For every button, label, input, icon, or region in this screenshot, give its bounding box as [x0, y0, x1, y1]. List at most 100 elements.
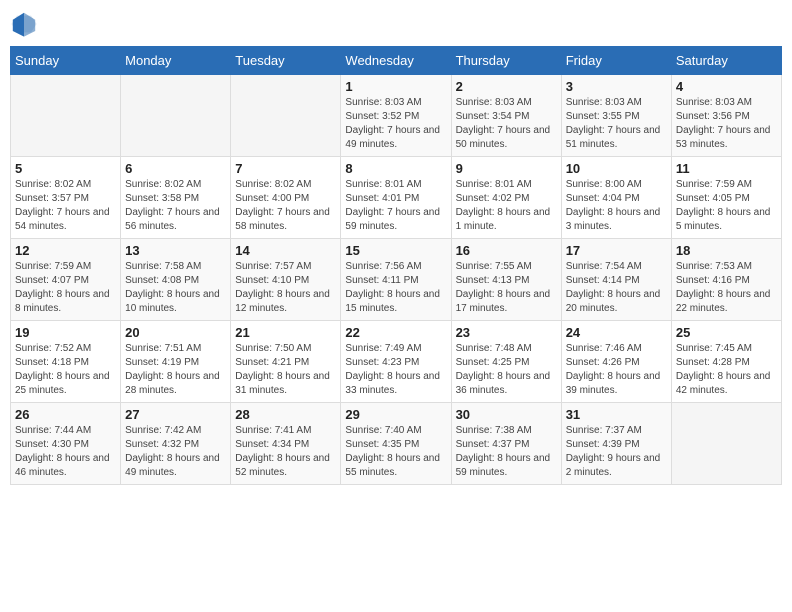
- day-number: 8: [345, 161, 446, 176]
- day-info: Sunrise: 7:38 AM Sunset: 4:37 PM Dayligh…: [456, 424, 557, 480]
- calendar-cell: 16 Sunrise: 7:55 AM Sunset: 4:13 PM Dayli…: [451, 239, 561, 321]
- calendar-cell: 27 Sunrise: 7:42 AM Sunset: 4:32 PM Dayli…: [121, 403, 231, 485]
- page-header: [10, 10, 782, 38]
- calendar-cell: 20Sunrise: 7:51 AM Sunset: 4:19 PM Dayli…: [121, 321, 231, 403]
- day-number: 30: [456, 407, 557, 422]
- calendar-cell: 19 Sunrise: 7:52 AM Sunset: 4:18 PM Dayli…: [11, 321, 121, 403]
- logo-icon: [10, 10, 38, 38]
- day-number: 1: [345, 79, 446, 94]
- day-number: 23: [456, 325, 557, 340]
- calendar-cell: [121, 75, 231, 157]
- day-number: 21: [235, 325, 336, 340]
- day-info: Sunrise: 8:03 AM Sunset: 3:56 PM Dayligh…: [676, 96, 777, 152]
- day-info: Sunrise: 7:59 AM Sunset: 4:05 PM Dayligh…: [676, 178, 777, 234]
- weekday-header: Monday: [121, 47, 231, 75]
- calendar-cell: 11 Sunrise: 7:59 AM Sunset: 4:05 PM Dayli…: [671, 157, 781, 239]
- calendar-cell: 1 Sunrise: 8:03 AM Sunset: 3:52 PM Daylig…: [341, 75, 451, 157]
- day-info: Sunrise: 7:52 AM Sunset: 4:18 PM Dayligh…: [15, 342, 116, 398]
- calendar-cell: 15 Sunrise: 7:56 AM Sunset: 4:11 PM Dayli…: [341, 239, 451, 321]
- day-info: Sunrise: 8:03 AM Sunset: 3:52 PM Dayligh…: [345, 96, 446, 152]
- calendar-cell: 22 Sunrise: 7:49 AM Sunset: 4:23 PM Dayli…: [341, 321, 451, 403]
- calendar-cell: 7Sunrise: 8:02 AM Sunset: 4:00 PM Daylig…: [231, 157, 341, 239]
- day-info: Sunrise: 8:01 AM Sunset: 4:02 PM Dayligh…: [456, 178, 557, 234]
- day-number: 5: [15, 161, 116, 176]
- calendar-cell: 13 Sunrise: 7:58 AM Sunset: 4:08 PM Dayli…: [121, 239, 231, 321]
- day-number: 28: [235, 407, 336, 422]
- calendar-cell: [11, 75, 121, 157]
- day-number: 22: [345, 325, 446, 340]
- day-info: Sunrise: 7:42 AM Sunset: 4:32 PM Dayligh…: [125, 424, 226, 480]
- day-info: Sunrise: 7:49 AM Sunset: 4:23 PM Dayligh…: [345, 342, 446, 398]
- day-info: Sunrise: 8:02 AM Sunset: 3:58 PM Dayligh…: [125, 178, 226, 234]
- calendar-cell: 18 Sunrise: 7:53 AM Sunset: 4:16 PM Dayli…: [671, 239, 781, 321]
- day-info: Sunrise: 7:48 AM Sunset: 4:25 PM Dayligh…: [456, 342, 557, 398]
- day-number: 12: [15, 243, 116, 258]
- day-info: Sunrise: 8:02 AM Sunset: 4:00 PM Dayligh…: [235, 178, 336, 234]
- day-number: 13: [125, 243, 226, 258]
- day-info: Sunrise: 7:55 AM Sunset: 4:13 PM Dayligh…: [456, 260, 557, 316]
- day-info: Sunrise: 7:53 AM Sunset: 4:16 PM Dayligh…: [676, 260, 777, 316]
- calendar-cell: 8 Sunrise: 8:01 AM Sunset: 4:01 PM Daylig…: [341, 157, 451, 239]
- calendar-cell: 5 Sunrise: 8:02 AM Sunset: 3:57 PM Daylig…: [11, 157, 121, 239]
- calendar-cell: 21 Sunrise: 7:50 AM Sunset: 4:21 PM Dayli…: [231, 321, 341, 403]
- day-info: Sunrise: 7:57 AM Sunset: 4:10 PM Dayligh…: [235, 260, 336, 316]
- calendar-cell: 14 Sunrise: 7:57 AM Sunset: 4:10 PM Dayli…: [231, 239, 341, 321]
- day-number: 15: [345, 243, 446, 258]
- calendar-cell: 28 Sunrise: 7:41 AM Sunset: 4:34 PM Dayli…: [231, 403, 341, 485]
- calendar-table: SundayMondayTuesdayWednesdayThursdayFrid…: [10, 46, 782, 485]
- day-number: 27: [125, 407, 226, 422]
- day-number: 29: [345, 407, 446, 422]
- calendar-cell: 3Sunrise: 8:03 AM Sunset: 3:55 PM Daylig…: [561, 75, 671, 157]
- weekday-header: Sunday: [11, 47, 121, 75]
- day-info: Sunrise: 8:01 AM Sunset: 4:01 PM Dayligh…: [345, 178, 446, 234]
- day-number: 24: [566, 325, 667, 340]
- weekday-header: Wednesday: [341, 47, 451, 75]
- day-info: Sunrise: 7:37 AM Sunset: 4:39 PM Dayligh…: [566, 424, 667, 480]
- day-number: 2: [456, 79, 557, 94]
- day-info: Sunrise: 7:59 AM Sunset: 4:07 PM Dayligh…: [15, 260, 116, 316]
- day-info: Sunrise: 7:45 AM Sunset: 4:28 PM Dayligh…: [676, 342, 777, 398]
- calendar-week-row: 1 Sunrise: 8:03 AM Sunset: 3:52 PM Daylig…: [11, 75, 782, 157]
- weekday-header: Thursday: [451, 47, 561, 75]
- calendar-cell: 26 Sunrise: 7:44 AM Sunset: 4:30 PM Dayli…: [11, 403, 121, 485]
- calendar-week-row: 19 Sunrise: 7:52 AM Sunset: 4:18 PM Dayli…: [11, 321, 782, 403]
- day-number: 3: [566, 79, 667, 94]
- day-info: Sunrise: 8:02 AM Sunset: 3:57 PM Dayligh…: [15, 178, 116, 234]
- day-info: Sunrise: 8:00 AM Sunset: 4:04 PM Dayligh…: [566, 178, 667, 234]
- calendar-week-row: 5 Sunrise: 8:02 AM Sunset: 3:57 PM Daylig…: [11, 157, 782, 239]
- day-info: Sunrise: 7:41 AM Sunset: 4:34 PM Dayligh…: [235, 424, 336, 480]
- calendar-cell: 6 Sunrise: 8:02 AM Sunset: 3:58 PM Daylig…: [121, 157, 231, 239]
- day-info: Sunrise: 7:44 AM Sunset: 4:30 PM Dayligh…: [15, 424, 116, 480]
- day-number: 19: [15, 325, 116, 340]
- day-info: Sunrise: 7:46 AM Sunset: 4:26 PM Dayligh…: [566, 342, 667, 398]
- day-number: 11: [676, 161, 777, 176]
- logo: [10, 10, 40, 38]
- calendar-cell: 31 Sunrise: 7:37 AM Sunset: 4:39 PM Dayli…: [561, 403, 671, 485]
- day-number: 26: [15, 407, 116, 422]
- day-number: 16: [456, 243, 557, 258]
- day-number: 10: [566, 161, 667, 176]
- weekday-header-row: SundayMondayTuesdayWednesdayThursdayFrid…: [11, 47, 782, 75]
- calendar-cell: 25 Sunrise: 7:45 AM Sunset: 4:28 PM Dayli…: [671, 321, 781, 403]
- day-number: 31: [566, 407, 667, 422]
- day-number: 18: [676, 243, 777, 258]
- day-info: Sunrise: 7:40 AM Sunset: 4:35 PM Dayligh…: [345, 424, 446, 480]
- day-info: Sunrise: 7:58 AM Sunset: 4:08 PM Dayligh…: [125, 260, 226, 316]
- day-number: 17: [566, 243, 667, 258]
- day-info: Sunrise: 7:50 AM Sunset: 4:21 PM Dayligh…: [235, 342, 336, 398]
- day-info: Sunrise: 7:54 AM Sunset: 4:14 PM Dayligh…: [566, 260, 667, 316]
- day-info: Sunrise: 7:56 AM Sunset: 4:11 PM Dayligh…: [345, 260, 446, 316]
- calendar-cell: 24 Sunrise: 7:46 AM Sunset: 4:26 PM Dayli…: [561, 321, 671, 403]
- calendar-cell: 30 Sunrise: 7:38 AM Sunset: 4:37 PM Dayli…: [451, 403, 561, 485]
- calendar-cell: [671, 403, 781, 485]
- day-number: 14: [235, 243, 336, 258]
- calendar-cell: [231, 75, 341, 157]
- day-number: 20: [125, 325, 226, 340]
- calendar-week-row: 12 Sunrise: 7:59 AM Sunset: 4:07 PM Dayli…: [11, 239, 782, 321]
- day-number: 25: [676, 325, 777, 340]
- calendar-cell: 2Sunrise: 8:03 AM Sunset: 3:54 PM Daylig…: [451, 75, 561, 157]
- calendar-cell: 23 Sunrise: 7:48 AM Sunset: 4:25 PM Dayli…: [451, 321, 561, 403]
- calendar-cell: 17 Sunrise: 7:54 AM Sunset: 4:14 PM Dayli…: [561, 239, 671, 321]
- calendar-cell: 4Sunrise: 8:03 AM Sunset: 3:56 PM Daylig…: [671, 75, 781, 157]
- day-number: 6: [125, 161, 226, 176]
